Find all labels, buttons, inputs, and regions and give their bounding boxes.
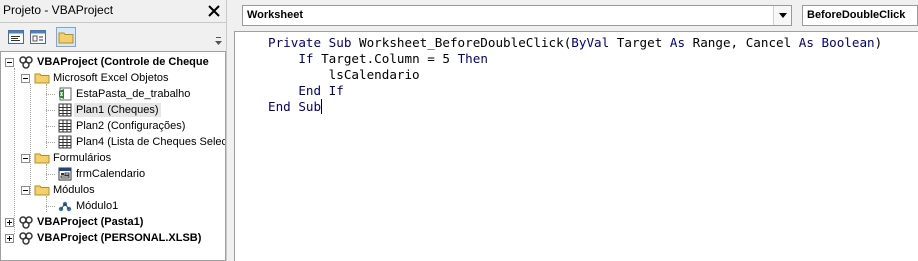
tree-node-label: Microsoft Excel Objetos [53, 72, 169, 84]
tree-connector [46, 142, 55, 143]
folder-icon [58, 32, 74, 44]
vba-project-icon [19, 232, 33, 245]
code-keyword: ByVal [571, 35, 610, 50]
project-explorer-toolbar [0, 22, 226, 50]
folder-icon [34, 73, 50, 84]
code-window: Worksheet BeforeDoubleClick Private Sub … [234, 0, 918, 261]
tree-node-project[interactable]: VBAProject (Pasta1) [5, 214, 145, 230]
project-explorer-title: Projeto - VBAProject [3, 3, 114, 17]
tree-node-item[interactable]: Plan1 (Cheques) [57, 102, 161, 118]
tree-node-label: EstaPasta_de_trabalho [76, 88, 191, 100]
tree-node-label: Plan4 (Lista de Cheques Selec [76, 136, 226, 148]
tree-connector [46, 196, 47, 212]
vba-project-icon [19, 216, 33, 229]
tree-connector [30, 84, 31, 195]
collapse-toggle-icon[interactable] [21, 185, 30, 195]
workbook-icon [59, 87, 72, 101]
collapse-toggle-icon[interactable] [21, 73, 30, 83]
code-editor[interactable]: Private Sub Worksheet_BeforeDoubleClick(… [234, 31, 918, 261]
folder-icon [34, 153, 50, 164]
expand-toggle-icon[interactable] [5, 233, 14, 243]
sheet-icon [58, 119, 72, 133]
tree-node-label: Plan2 (Configurações) [76, 120, 186, 132]
tree-connector [46, 164, 47, 180]
tree-node-item[interactable]: frmCalendario [57, 166, 147, 182]
procedure-selector[interactable]: BeforeDoubleClick [802, 5, 918, 26]
tree-node-label: Módulos [53, 184, 95, 196]
tree-connector [14, 68, 15, 234]
tree-node-item[interactable]: Plan2 (Configurações) [57, 118, 187, 134]
code-keyword: End Sub [268, 99, 322, 114]
form-icon [58, 167, 72, 181]
code-token: Worksheet_BeforeDoubleClick( [351, 35, 572, 50]
tree-node-label: frmCalendario [76, 168, 146, 180]
tree-node-item[interactable]: Plan4 (Lista de Cheques Selec [57, 134, 226, 150]
code-line: Private Sub Worksheet_BeforeDoubleClick(… [268, 35, 882, 51]
code-keyword: If [298, 51, 314, 66]
object-selector-dropdown-button[interactable] [773, 6, 791, 25]
view-object-button[interactable] [28, 27, 48, 47]
tree-connector [46, 94, 55, 95]
collapse-toggle-icon[interactable] [21, 153, 30, 163]
text-cursor [321, 99, 323, 114]
code-line: End Sub [268, 99, 882, 115]
project-explorer-title-bar: Projeto - VBAProject [0, 0, 226, 21]
pane-splitter[interactable] [226, 0, 234, 261]
view-code-icon [8, 30, 24, 44]
code-token: Range, Cancel [685, 35, 799, 50]
code-token: ) [874, 35, 883, 50]
code-line: End If [268, 83, 882, 99]
tree-node-label: Módulo1 [76, 200, 119, 212]
object-selector-value: Worksheet [247, 9, 304, 21]
tree-node-folder[interactable]: Formulários [21, 150, 113, 166]
tree-node-label: VBAProject (PERSONAL.XLSB) [37, 232, 202, 244]
vba-project-icon [19, 56, 33, 69]
code-token: lsCalendario [268, 67, 420, 82]
expand-toggle-icon[interactable] [5, 217, 14, 227]
chevron-down-icon [778, 13, 787, 18]
code-token: Target [609, 35, 670, 50]
code-keyword: Private Sub [268, 35, 352, 50]
close-icon [207, 5, 220, 17]
close-button[interactable] [203, 2, 224, 20]
code-line: If Target.Column = 5 Then [268, 51, 882, 67]
code-keyword: As Boolean [798, 35, 875, 50]
procedure-selector-value: BeforeDoubleClick [807, 9, 906, 21]
project-explorer-pane: Projeto - VBAProject VBAProject (Control… [0, 0, 226, 261]
tree-node-project[interactable]: VBAProject (PERSONAL.XLSB) [5, 230, 203, 246]
tree-node-folder[interactable]: Módulos [21, 182, 97, 198]
tree-node-label: Formulários [53, 152, 112, 164]
code-keyword: End If [298, 83, 344, 98]
module-icon [58, 201, 72, 212]
sheet-icon [58, 103, 72, 117]
view-code-button[interactable] [6, 27, 26, 47]
toolbar-overflow-icon[interactable] [214, 27, 223, 49]
tree-node-label: Plan1 (Cheques) [74, 103, 161, 117]
code-keyword: Then [457, 51, 488, 66]
tree-node-item[interactable]: EstaPasta_de_trabalho [57, 86, 192, 102]
project-tree[interactable]: VBAProject (Controle de Cheque Microsoft… [0, 51, 226, 261]
toggle-folders-button[interactable] [56, 27, 76, 47]
code-text: Private Sub Worksheet_BeforeDoubleClick(… [268, 35, 882, 115]
tree-node-folder[interactable]: Microsoft Excel Objetos [21, 70, 171, 86]
collapse-toggle-icon[interactable] [5, 57, 14, 67]
tree-node-label: VBAProject (Pasta1) [37, 216, 144, 228]
folder-icon [34, 185, 50, 196]
tree-node-item[interactable]: Módulo1 [57, 198, 120, 214]
view-object-icon [30, 30, 46, 44]
tree-node-label: VBAProject (Controle de Cheque [37, 56, 209, 68]
tree-connector [46, 174, 55, 175]
code-keyword: As [669, 35, 686, 50]
code-line: lsCalendario [268, 67, 882, 83]
tree-connector [46, 206, 55, 207]
tree-connector [46, 126, 55, 127]
object-selector[interactable]: Worksheet [242, 5, 792, 26]
code-token: Target.Column = 5 [313, 51, 458, 66]
tree-connector [46, 110, 55, 111]
sheet-icon [58, 135, 72, 149]
tree-node-project[interactable]: VBAProject (Controle de Cheque [5, 54, 211, 70]
